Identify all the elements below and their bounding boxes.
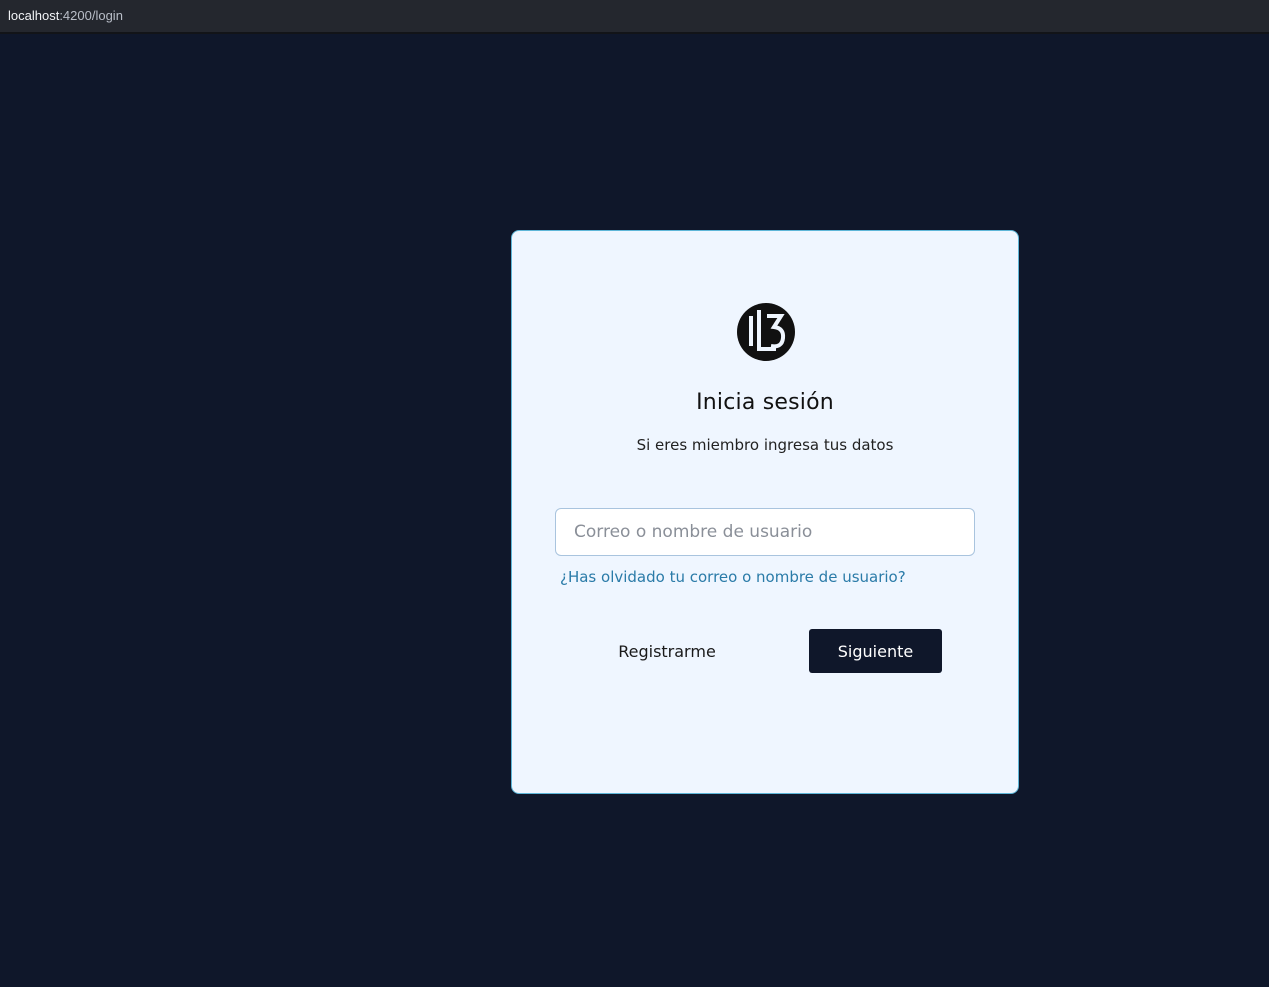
url-path: :4200/login	[59, 8, 123, 23]
url-field[interactable]: localhost:4200/login	[8, 8, 123, 23]
brand-monogram-icon	[737, 303, 795, 361]
page-title: Inicia sesión	[696, 390, 834, 415]
username-input[interactable]	[555, 508, 975, 556]
page-subtitle: Si eres miembro ingresa tus datos	[636, 436, 894, 454]
forgot-username-link[interactable]: ¿Has olvidado tu correo o nombre de usua…	[560, 568, 906, 586]
next-button[interactable]: Siguiente	[809, 629, 942, 673]
browser-address-bar: localhost:4200/login	[0, 0, 1269, 34]
url-host: localhost	[8, 8, 60, 23]
login-card: Inicia sesión Si eres miembro ingresa tu…	[511, 230, 1019, 794]
register-button[interactable]: Registrarme	[606, 629, 728, 673]
